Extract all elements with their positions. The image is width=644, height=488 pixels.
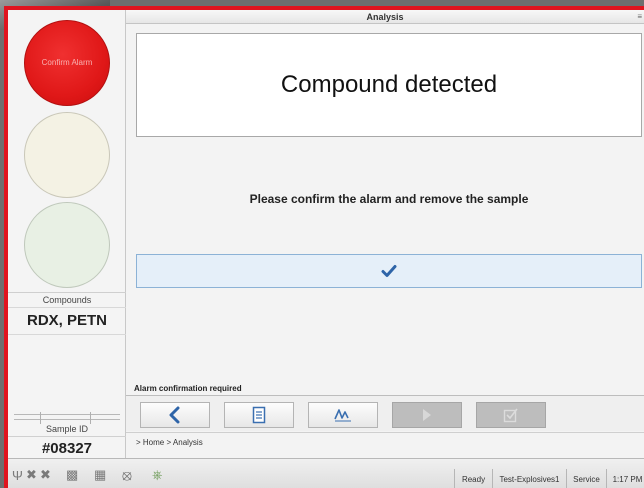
app-window: Confirm Alarm Compounds RDX, PETN Sample…: [4, 6, 644, 488]
yellow-lamp: [24, 112, 110, 198]
compounds-value: RDX, PETN: [8, 307, 126, 335]
status-ready: Ready: [454, 469, 492, 488]
status-clock: 1:17 PM: [606, 469, 644, 488]
keyboard-icon[interactable]: ▦: [94, 467, 106, 483]
close-circle-icon[interactable]: ⦻: [122, 467, 132, 484]
sample-id-value: #08327: [8, 436, 126, 458]
sample-id-label: Sample ID: [45, 424, 89, 434]
green-lamp: [24, 202, 110, 288]
back-button[interactable]: [140, 402, 210, 428]
action-toolbar: [126, 395, 644, 431]
compounds-label: Compounds: [8, 292, 126, 305]
checklist-icon: [503, 408, 518, 423]
instruction-message: Please confirm the alarm and remove the …: [249, 192, 529, 206]
red-alarm-lamp[interactable]: Confirm Alarm: [24, 20, 110, 106]
status-user-mode[interactable]: Service: [566, 469, 606, 488]
document-icon: [252, 406, 266, 424]
status-panel: Confirm Alarm Compounds RDX, PETN Sample…: [8, 10, 126, 458]
red-alarm-lamp-label: Confirm Alarm: [41, 58, 93, 67]
checklist-button[interactable]: [476, 402, 546, 428]
chevron-left-icon: [169, 406, 180, 424]
compound-detected-banner: Compound detected: [136, 33, 642, 137]
analysis-panel: Analysis ≡ Compound detected Please conf…: [126, 10, 644, 458]
play-button[interactable]: [392, 402, 462, 428]
divider: [14, 412, 120, 424]
plug-icon[interactable]: ⎈: [152, 467, 162, 483]
signature-icon: [334, 409, 351, 422]
disconnected-icon[interactable]: ✖: [40, 467, 51, 483]
signature-button[interactable]: [308, 402, 378, 428]
confirm-alarm-button[interactable]: [136, 254, 642, 288]
usb-icon[interactable]: Ψ: [12, 467, 23, 483]
menu-icon[interactable]: ≡: [637, 11, 642, 23]
status-bar: Ψ ✖ ✖ ▩ ▦ ⦻ ⎈ Ready Test-Explosives1 Ser…: [8, 458, 644, 488]
report-button[interactable]: [224, 402, 294, 428]
window-title: Analysis: [366, 12, 404, 22]
status-profile[interactable]: Test-Explosives1: [492, 469, 566, 488]
window-title-bar: Analysis ≡: [126, 10, 644, 24]
network-icon[interactable]: ▩: [66, 467, 78, 483]
divider: [126, 432, 644, 433]
disconnected-icon[interactable]: ✖: [26, 467, 37, 483]
breadcrumb[interactable]: > Home > Analysis: [136, 438, 203, 447]
play-icon: [423, 409, 431, 421]
checkmark-icon: [381, 265, 397, 277]
